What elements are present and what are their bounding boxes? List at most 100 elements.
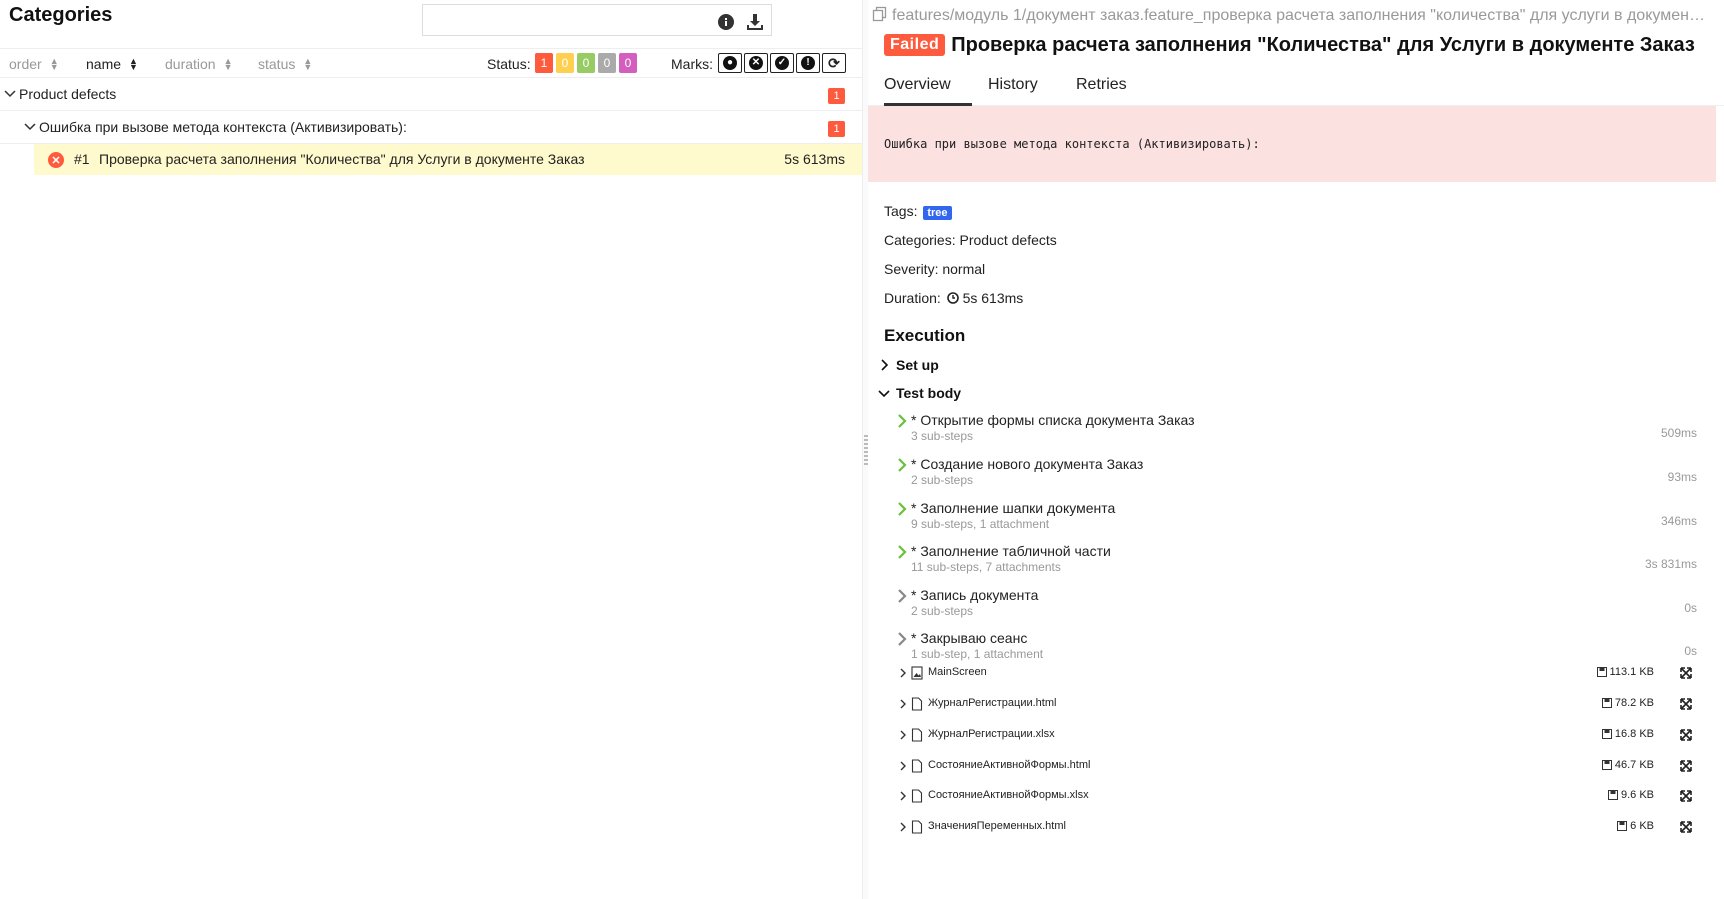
save-icon — [1607, 790, 1618, 800]
step-duration: 346ms — [1660, 514, 1697, 528]
expand-icon[interactable] — [1680, 729, 1692, 741]
attachment-row[interactable]: ЖурналРегистрации.xlsx 16.8 KB — [898, 725, 1716, 755]
attachment-row[interactable]: ЖурналРегистрации.html 78.2 KB — [898, 694, 1716, 724]
download-icon[interactable] — [743, 10, 767, 34]
duration-value: 5s 613ms — [962, 290, 1024, 306]
exclamation-icon: ! — [801, 56, 815, 70]
expand-icon[interactable] — [1680, 760, 1692, 772]
expand-icon[interactable] — [1680, 667, 1692, 679]
mark-new-broken-button[interactable]: ! — [796, 53, 820, 73]
status-broken-toggle[interactable]: 0 — [556, 53, 574, 73]
tree-group-error[interactable]: Ошибка при вызове метода контекста (Акти… — [0, 111, 862, 144]
mark-new-failed-button[interactable]: ✕ — [744, 53, 768, 73]
test-duration: 5s 613ms — [784, 151, 845, 167]
mark-retries-button[interactable]: ⟳ — [822, 53, 846, 73]
expand-icon[interactable] — [1680, 821, 1692, 833]
attachment-size-value: 6 KB — [1630, 820, 1654, 832]
status-failed-toggle[interactable]: 1 — [535, 53, 553, 73]
save-icon — [1596, 667, 1607, 677]
attachment-size: 6 KB — [1617, 820, 1654, 832]
attachment-size: 46.7 KB — [1601, 759, 1654, 771]
mark-flaky-button[interactable]: ● — [718, 53, 742, 73]
step-duration: 509ms — [1660, 426, 1697, 440]
status-passed-toggle[interactable]: 0 — [577, 53, 595, 73]
chevron-right-icon — [898, 414, 907, 428]
testbody-label: Test body — [896, 385, 962, 401]
mark-new-passed-button[interactable]: ✓ — [770, 53, 794, 73]
tag-badge[interactable]: tree — [923, 206, 952, 220]
check-icon: ✓ — [775, 56, 789, 70]
copy-icon[interactable] — [872, 6, 888, 22]
tags-label: Tags: — [884, 203, 918, 219]
tree-group-label: Product defects — [19, 86, 117, 102]
categories-row: Categories: Product defects — [884, 232, 1057, 248]
step-row[interactable]: * Открытие формы списка документа Заказ 3… — [896, 412, 1714, 458]
info-icon[interactable] — [714, 10, 738, 34]
tab-history[interactable]: History — [988, 76, 1038, 106]
duration-row: Duration: 5s 613ms — [884, 290, 1023, 306]
status-skipped-toggle[interactable]: 0 — [598, 53, 616, 73]
tree-group-count-badge: 1 — [828, 88, 845, 104]
step-title: * Создание нового документа Заказ — [911, 456, 1144, 472]
step-row[interactable]: * Заполнение шапки документа 9 sub-steps,… — [896, 500, 1714, 546]
step-title: * Запись документа — [911, 587, 1039, 603]
step-duration: 3s 831ms — [1644, 557, 1697, 571]
status-filter-label: Status: — [487, 56, 531, 72]
attachment-name: ЗначенияПеременных.html — [928, 820, 1066, 832]
step-duration: 0s — [1684, 601, 1697, 615]
test-path: features/модуль 1/документ заказ.feature… — [872, 6, 1707, 25]
expand-icon[interactable] — [1680, 698, 1692, 710]
setup-section-toggle[interactable]: Set up — [878, 357, 939, 373]
step-row[interactable]: * Заполнение табличной части 11 sub-steps… — [896, 543, 1714, 589]
status-unknown-toggle[interactable]: 0 — [619, 53, 637, 73]
tab-overview[interactable]: Overview — [884, 76, 972, 106]
chevron-right-icon — [881, 359, 889, 371]
attachment-name: ЖурналРегистрации.html — [928, 697, 1057, 709]
step-title: * Закрываю сеанс — [911, 630, 1028, 646]
severity-row: Severity: normal — [884, 261, 986, 277]
tree-group-label: Ошибка при вызове метода контекста (Акти… — [39, 119, 407, 135]
sort-order[interactable]: order ▲ ▼ — [9, 56, 59, 72]
expand-icon[interactable] — [1680, 790, 1692, 802]
test-title-line: Failed Проверка расчета заполнения "Колич… — [884, 34, 1714, 57]
testbody-section-toggle[interactable]: Test body — [878, 385, 961, 401]
sort-arrows-icon: ▲ ▼ — [223, 56, 233, 72]
step-substeps: 1 sub-step, 1 attachment — [911, 647, 1044, 661]
sort-status-label: status — [258, 56, 296, 72]
tree-test-item[interactable]: ✕ #1 Проверка расчета заполнения "Количе… — [34, 144, 862, 175]
step-substeps: 2 sub-steps — [911, 473, 974, 487]
step-substeps: 3 sub-steps — [911, 429, 974, 443]
sort-arrows-icon: ▲ ▼ — [129, 56, 138, 72]
sort-name[interactable]: name ▲ ▼ — [86, 56, 138, 72]
sort-duration[interactable]: duration ▲ ▼ — [165, 56, 233, 72]
attachment-row[interactable]: ЗначенияПеременных.html 6 KB — [898, 817, 1716, 847]
categories-pane: Categories order ▲ ▼ name ▲ ▼ duration ▲ ▼ … — [0, 0, 862, 899]
attachment-size: 9.6 KB — [1607, 789, 1654, 801]
attachment-size-value: 78.2 KB — [1614, 697, 1654, 709]
chevron-down-icon — [4, 90, 16, 98]
chevron-right-icon — [900, 791, 906, 801]
tab-retries[interactable]: Retries — [1076, 76, 1127, 106]
error-message: Ошибка при вызове метода контекста (Акти… — [884, 137, 1260, 151]
step-duration: 0s — [1684, 644, 1697, 658]
attachment-row[interactable]: СостояниеАктивнойФормы.xlsx 9.6 KB — [898, 786, 1716, 816]
chevron-down-icon — [24, 123, 36, 131]
page-title: Categories — [9, 4, 113, 26]
sort-arrows-icon: ▲ ▼ — [303, 56, 313, 72]
file-icon — [911, 789, 923, 803]
attachment-row[interactable]: MainScreen 113.1 KB — [898, 663, 1716, 693]
step-substeps: 2 sub-steps — [911, 604, 974, 618]
step-row[interactable]: * Запись документа 2 sub-steps 0s — [896, 587, 1714, 633]
step-row[interactable]: * Создание нового документа Заказ 2 sub-s… — [896, 456, 1714, 502]
sort-order-label: order — [9, 56, 42, 72]
attachment-row[interactable]: СостояниеАктивнойФормы.html 46.7 KB — [898, 756, 1716, 786]
refresh-icon: ⟳ — [828, 54, 840, 71]
sort-status[interactable]: status ▲ ▼ — [258, 56, 312, 72]
chevron-right-icon — [898, 589, 907, 603]
chevron-right-icon — [898, 458, 907, 472]
chevron-right-icon — [898, 632, 907, 646]
tree-group-product-defects[interactable]: Product defects 1 — [0, 78, 862, 111]
test-title: Проверка расчета заполнения "Количества"… — [951, 34, 1695, 56]
attachment-size-value: 16.8 KB — [1614, 728, 1654, 740]
chevron-right-icon — [900, 761, 906, 771]
